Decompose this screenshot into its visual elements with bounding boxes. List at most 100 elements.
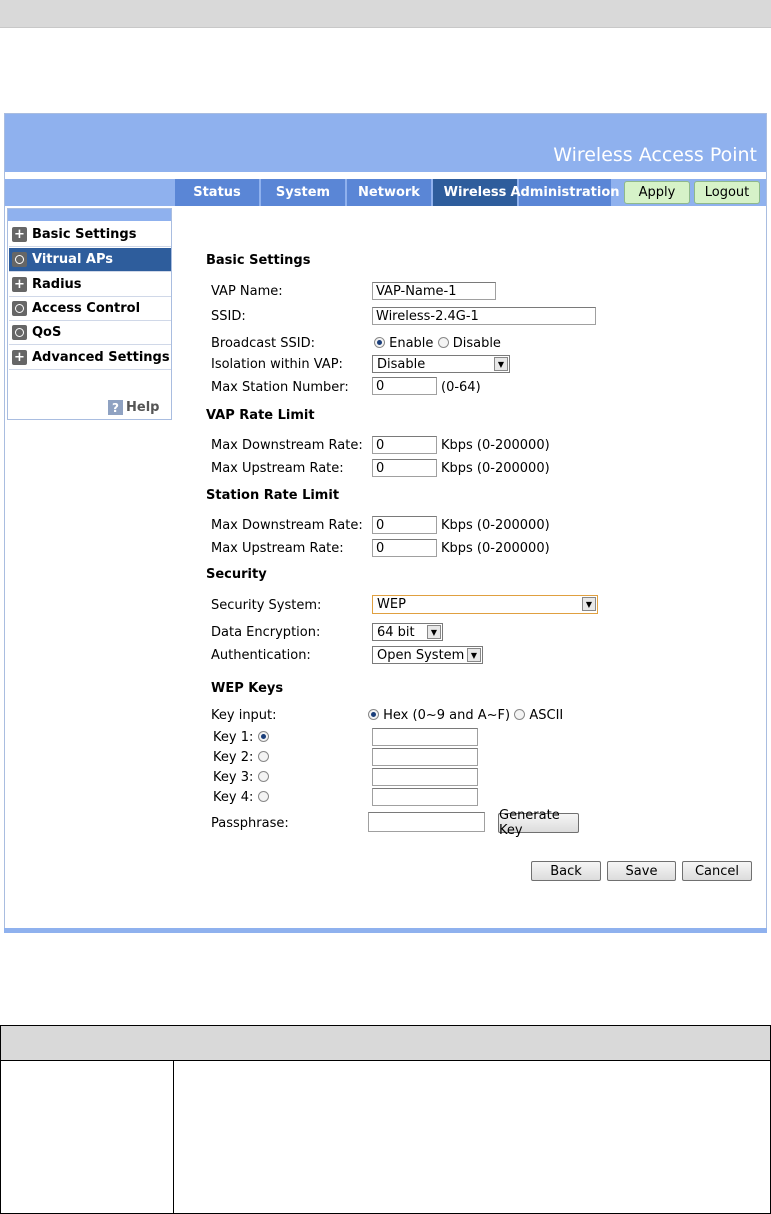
isolation-select[interactable]: Disable ▼	[372, 355, 510, 373]
back-button[interactable]: Back	[531, 861, 601, 881]
max-station-label: Max Station Number:	[211, 380, 349, 395]
broadcast-disable-radio[interactable]	[437, 337, 449, 348]
circle-icon	[12, 325, 27, 340]
top-bar	[0, 0, 771, 28]
sidebar-item-label: Vitrual APs	[32, 252, 114, 267]
sidebar-item-access-control[interactable]: Access Control	[9, 297, 171, 321]
max-station-range: (0-64)	[441, 380, 481, 395]
vap-down-input[interactable]: 0	[372, 436, 437, 454]
question-icon: ?	[108, 400, 123, 415]
station-rate-heading: Station Rate Limit	[206, 488, 340, 503]
key-4-input[interactable]	[372, 788, 478, 806]
description-table-header	[1, 1026, 770, 1061]
station-down-unit: Kbps (0-200000)	[441, 518, 550, 533]
key-1-row: Key 1:	[213, 730, 269, 745]
passphrase-input[interactable]	[368, 812, 485, 832]
broadcast-ssid-options: Enable Disable	[374, 336, 501, 351]
ssid-label: SSID:	[211, 309, 246, 324]
circle-icon	[12, 301, 27, 316]
key-3-input[interactable]	[372, 768, 478, 786]
plus-icon: +	[12, 227, 27, 242]
key-3-row: Key 3:	[213, 770, 269, 785]
sidebar-item-radius[interactable]: + Radius	[9, 273, 171, 297]
authentication-label: Authentication:	[211, 648, 311, 663]
security-system-label: Security System:	[211, 598, 322, 613]
hex-label: Hex (0~9 and A~F)	[383, 708, 511, 723]
chevron-down-icon: ▼	[582, 597, 596, 611]
sidebar-header	[8, 209, 171, 221]
station-down-input[interactable]: 0	[372, 516, 437, 534]
tab-wireless[interactable]: Wireless	[433, 179, 517, 206]
help-link[interactable]: ? Help	[108, 400, 159, 415]
authentication-select[interactable]: Open System ▼	[372, 646, 483, 664]
security-system-select[interactable]: WEP ▼	[372, 595, 598, 614]
vap-name-label: VAP Name:	[211, 284, 283, 299]
sidebar-item-virtual-aps[interactable]: Vitrual APs	[9, 248, 171, 272]
hex-radio[interactable]	[368, 709, 379, 720]
basic-settings-heading: Basic Settings	[206, 253, 311, 268]
vap-name-input[interactable]: VAP-Name-1	[372, 282, 496, 300]
station-down-label: Max Downstream Rate:	[211, 518, 363, 533]
banner-title: Wireless Access Point	[553, 144, 757, 166]
station-up-input[interactable]: 0	[372, 539, 437, 557]
security-heading: Security	[206, 567, 267, 582]
key-1-label: Key 1:	[213, 730, 254, 745]
max-station-input[interactable]: 0	[372, 377, 437, 395]
data-encryption-select[interactable]: 64 bit ▼	[372, 623, 443, 641]
key-4-radio[interactable]	[257, 791, 269, 802]
key-1-input[interactable]	[372, 728, 478, 746]
plus-icon: +	[12, 350, 27, 365]
ascii-radio[interactable]	[514, 709, 526, 720]
sidebar-item-basic-settings[interactable]: + Basic Settings	[9, 223, 171, 247]
chevron-down-icon: ▼	[467, 648, 481, 662]
chevron-down-icon: ▼	[494, 357, 508, 371]
ascii-label: ASCII	[529, 708, 564, 723]
logout-button[interactable]: Logout	[694, 181, 760, 204]
sidebar-item-label: Access Control	[32, 301, 141, 316]
station-up-unit: Kbps (0-200000)	[441, 541, 550, 556]
tab-network[interactable]: Network	[347, 179, 431, 206]
key-1-radio[interactable]	[257, 731, 269, 742]
wep-keys-heading: WEP Keys	[211, 681, 284, 696]
save-button[interactable]: Save	[607, 861, 676, 881]
isolation-select-value: Disable	[377, 356, 426, 372]
key-2-input[interactable]	[372, 748, 478, 766]
sidebar-item-label: Basic Settings	[32, 227, 137, 242]
broadcast-disable-label: Disable	[452, 336, 501, 351]
key-2-row: Key 2:	[213, 750, 269, 765]
cancel-button[interactable]: Cancel	[682, 861, 752, 881]
vap-up-unit: Kbps (0-200000)	[441, 461, 550, 476]
broadcast-ssid-label: Broadcast SSID:	[211, 336, 315, 351]
passphrase-label: Passphrase:	[211, 816, 289, 831]
key-4-label: Key 4:	[213, 790, 254, 805]
tab-administration[interactable]: Administration	[510, 179, 620, 206]
vap-rate-heading: VAP Rate Limit	[206, 408, 315, 423]
key-3-label: Key 3:	[213, 770, 254, 785]
sidebar-item-advanced-settings[interactable]: + Advanced Settings	[9, 346, 171, 370]
key-input-options: Hex (0~9 and A~F) ASCII	[368, 708, 563, 723]
sidebar-item-label: QoS	[32, 325, 62, 340]
sidebar-item-label: Radius	[32, 277, 82, 292]
sidebar-item-label: Advanced Settings	[32, 350, 170, 365]
apply-button[interactable]: Apply	[624, 181, 690, 204]
generate-key-button[interactable]: Generate Key	[498, 808, 579, 838]
data-encryption-label: Data Encryption:	[211, 625, 321, 640]
security-system-value: WEP	[377, 597, 406, 612]
tab-status[interactable]: Status	[175, 179, 259, 206]
isolation-label: Isolation within VAP:	[211, 357, 343, 372]
circle-icon	[12, 252, 27, 267]
help-label: Help	[126, 400, 160, 415]
key-input-label: Key input:	[211, 708, 277, 723]
chevron-down-icon: ▼	[427, 625, 441, 639]
vap-down-label: Max Downstream Rate:	[211, 438, 363, 453]
tab-system[interactable]: System	[261, 179, 345, 206]
ssid-input[interactable]: Wireless-2.4G-1	[372, 307, 596, 325]
key-3-radio[interactable]	[257, 771, 269, 782]
broadcast-enable-radio[interactable]	[374, 337, 385, 348]
broadcast-enable-label: Enable	[389, 336, 434, 351]
data-encryption-value: 64 bit	[377, 624, 415, 640]
key-2-radio[interactable]	[257, 751, 269, 762]
plus-icon: +	[12, 277, 27, 292]
vap-up-input[interactable]: 0	[372, 459, 437, 477]
sidebar-item-qos[interactable]: QoS	[9, 321, 171, 345]
